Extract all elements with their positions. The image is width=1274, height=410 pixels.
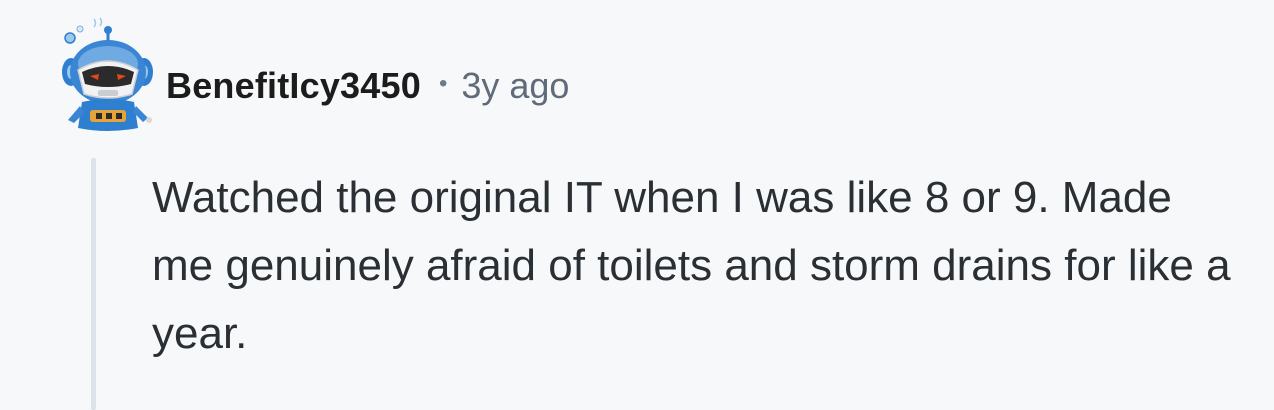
robot-avatar-icon <box>62 17 153 131</box>
comment: BenefitIcy3450 • 3y ago Watched the orig… <box>0 0 1274 410</box>
username-link[interactable]: BenefitIcy3450 <box>166 65 421 107</box>
meta-separator: • <box>438 70 448 97</box>
thread-collapse-line[interactable] <box>91 158 96 410</box>
comment-meta: BenefitIcy3450 • 3y ago <box>166 58 569 114</box>
user-avatar[interactable] <box>60 16 154 134</box>
comment-body: Watched the original IT when I was like … <box>152 173 1231 358</box>
comment-timestamp[interactable]: 3y ago <box>461 65 569 107</box>
